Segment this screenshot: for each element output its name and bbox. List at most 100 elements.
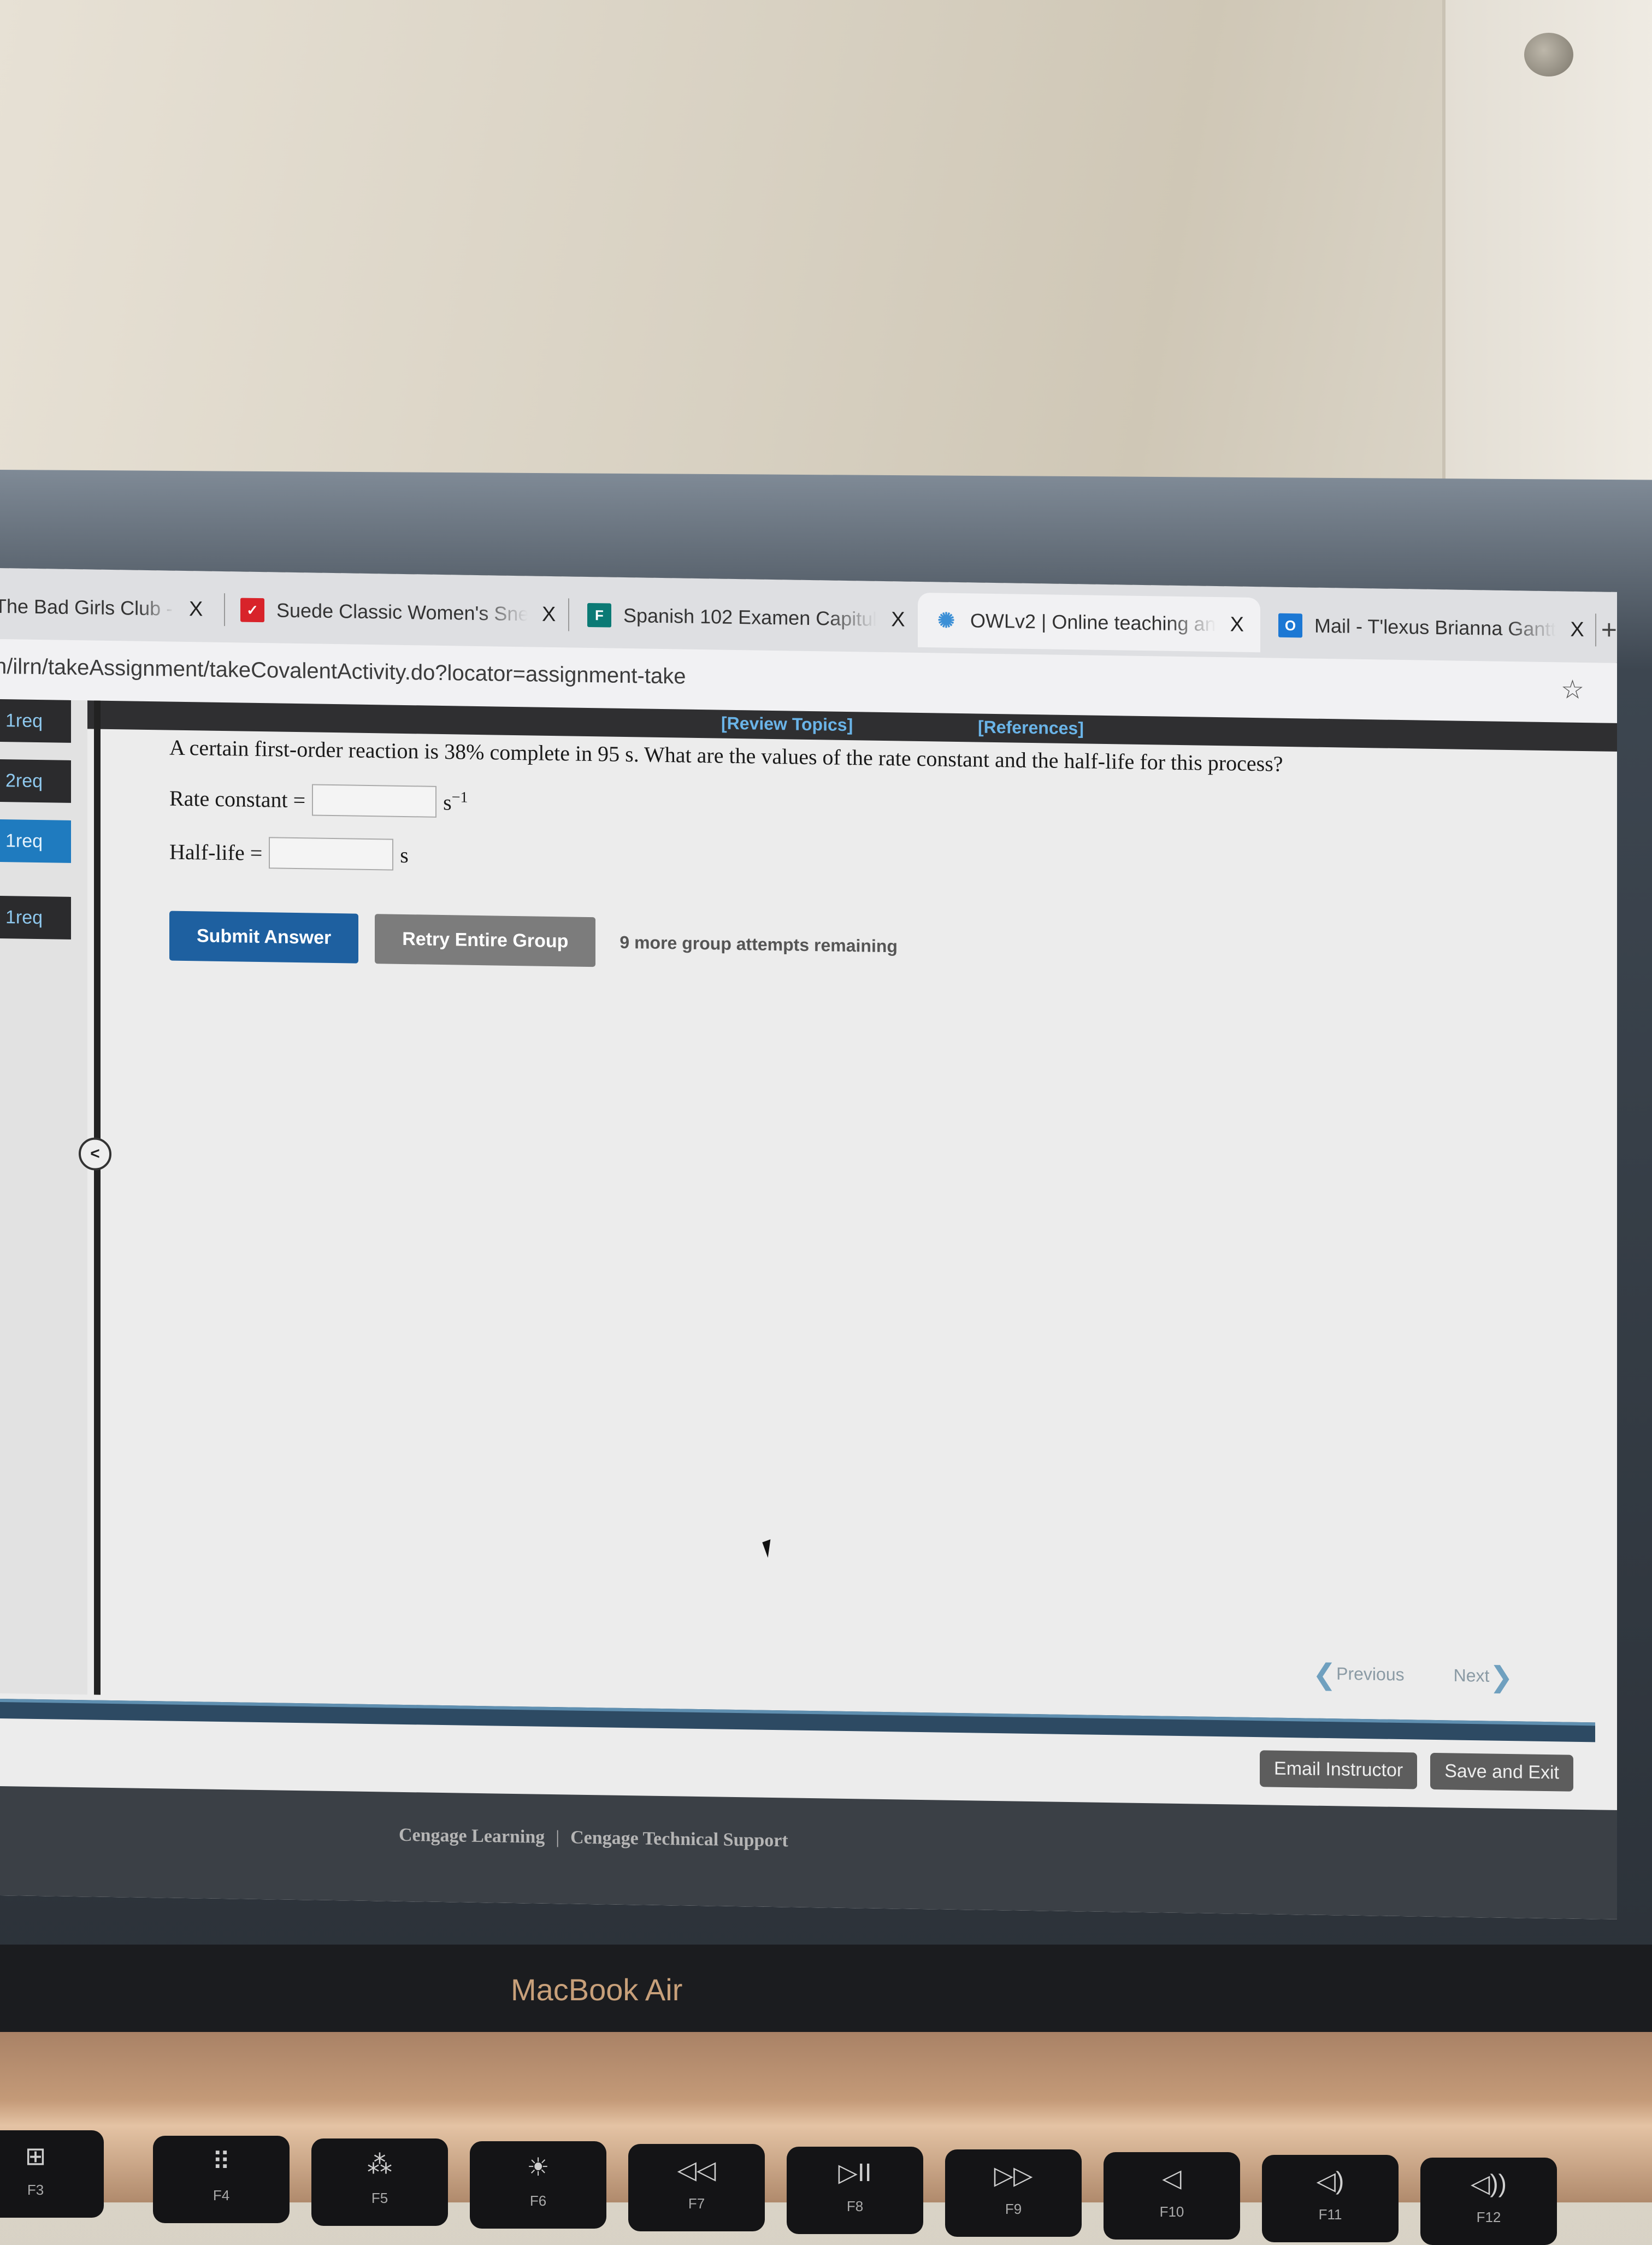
browser-tab[interactable]: ✓ Suede Classic Women's Sne X <box>240 588 556 637</box>
tab-title: OWLv2 | Online teaching an <box>970 609 1216 636</box>
rate-constant-input[interactable] <box>312 784 437 818</box>
key-f3[interactable]: ⊞ F3 <box>0 2130 104 2218</box>
rate-constant-unit: s−1 <box>443 789 468 816</box>
unit-base: s <box>443 790 452 815</box>
tab-title: Mail - T'lexus Brianna Gantt <box>1314 614 1556 641</box>
key-f9[interactable]: ▷▷ F9 <box>945 2149 1082 2237</box>
fast-forward-icon: ▷▷ <box>994 2161 1033 2189</box>
footer-buttons: Email Instructor Save and Exit <box>1260 1750 1573 1792</box>
attempts-remaining-text: 9 more group attempts remaining <box>620 932 898 956</box>
new-tab-button[interactable]: + <box>1601 613 1617 645</box>
play-pause-icon: ▷II <box>838 2158 872 2187</box>
key-label: F11 <box>1318 2206 1342 2223</box>
bookmark-star-icon[interactable]: ☆ <box>1561 674 1584 705</box>
previous-button[interactable]: ❮Previous <box>1313 1658 1405 1692</box>
puma-logo-icon: ✓ <box>240 598 264 623</box>
save-and-exit-button[interactable]: Save and Exit <box>1430 1752 1573 1792</box>
key-f8[interactable]: ▷II F8 <box>787 2147 923 2234</box>
close-tab-icon[interactable]: X <box>1230 613 1244 636</box>
laptop-chin <box>0 1945 1652 2037</box>
key-f10[interactable]: ◁ F10 <box>1104 2152 1240 2240</box>
browser-tab-active[interactable]: ✺ OWLv2 | Online teaching an X <box>918 592 1260 653</box>
email-instructor-button[interactable]: Email Instructor <box>1260 1750 1418 1789</box>
key-label: F7 <box>688 2195 705 2212</box>
key-label: F6 <box>529 2193 547 2209</box>
half-life-row: Half-life = s <box>169 836 1283 884</box>
rate-constant-row: Rate constant = s−1 <box>169 782 1283 830</box>
next-button[interactable]: Next❯ <box>1454 1660 1513 1694</box>
room-wall <box>0 0 1652 492</box>
keyboard-deck: ⊞ F3 ⠿ F4 ⁂ F5 ☀ F6 ◁◁ F7 ▷II F8 ▷▷ F9 ◁ F10 ◁) F… <box>0 2032 1652 2245</box>
keyboard-brightness-down-icon: ⁂ <box>367 2150 392 2178</box>
tab-title: Spanish 102 Examen Capitul <box>623 604 877 630</box>
macbook-brand-label: MacBook Air <box>511 1972 683 2007</box>
sidebar-item-question-1[interactable]: 1req <box>0 699 71 743</box>
sidebar-divider[interactable] <box>94 700 101 1695</box>
tab-title: The Bad Girls Club - S <box>0 594 175 620</box>
browser-tab[interactable]: F Spanish 102 Examen Capitul X <box>587 593 905 642</box>
browser-tab[interactable]: O Mail - T'lexus Brianna Gantt X <box>1278 604 1584 652</box>
chevron-right-icon: ❯ <box>1489 1661 1513 1694</box>
sidebar-item-question-3[interactable]: 1req <box>0 819 71 863</box>
key-f4[interactable]: ⠿ F4 <box>153 2136 290 2223</box>
close-tab-icon[interactable]: X <box>542 602 556 626</box>
mission-control-icon: ⊞ <box>25 2142 46 2170</box>
laptop-screen: The Bad Girls Club - S X ✓ Suede Classic… <box>0 568 1617 1919</box>
cengage-learning-link[interactable]: Cengage Learning <box>399 1825 545 1847</box>
unit-exponent: −1 <box>451 789 468 806</box>
key-label: F9 <box>1005 2201 1022 2217</box>
footer-links: Cengage Learning | Cengage Technical Suppo… <box>399 1825 788 1852</box>
door-knob <box>1524 33 1573 76</box>
rate-constant-label: Rate constant = <box>169 785 306 812</box>
key-f11[interactable]: ◁) F11 <box>1262 2155 1399 2242</box>
microsoft-forms-icon: F <box>587 602 611 628</box>
half-life-unit: s <box>400 842 409 867</box>
collapse-sidebar-icon[interactable]: < <box>79 1137 111 1171</box>
tab-separator <box>224 593 225 627</box>
key-label: F4 <box>213 2187 230 2203</box>
answer-actions: Submit Answer Retry Entire Group 9 more … <box>169 911 1283 977</box>
half-life-input[interactable] <box>269 837 394 871</box>
key-label: F8 <box>846 2198 864 2214</box>
outlook-icon: O <box>1278 613 1302 638</box>
half-life-label: Half-life = <box>169 839 263 865</box>
references-link[interactable]: [References] <box>978 717 1084 739</box>
key-f12[interactable]: ◁)) F12 <box>1420 2158 1557 2245</box>
volume-up-icon: ◁)) <box>1470 2169 1507 2197</box>
close-tab-icon[interactable]: X <box>1570 618 1584 641</box>
next-label: Next <box>1453 1665 1490 1686</box>
mute-icon: ◁ <box>1162 2164 1182 2192</box>
content-bottom-bar <box>0 1699 1595 1742</box>
rewind-icon: ◁◁ <box>677 2155 716 2184</box>
tab-separator <box>568 598 569 631</box>
keyboard-brightness-up-icon: ☀ <box>527 2153 550 2181</box>
review-topics-link[interactable]: [Review Topics] <box>721 713 853 736</box>
launchpad-icon: ⠿ <box>212 2147 231 2176</box>
key-label: F3 <box>27 2182 44 2198</box>
tab-title: Suede Classic Women's Sne <box>276 599 528 625</box>
question-pager: ❮Previous Next❯ <box>1313 1658 1513 1694</box>
key-label: F12 <box>1476 2209 1501 2225</box>
owl-loading-icon: ✺ <box>937 608 955 633</box>
volume-down-icon: ◁) <box>1316 2166 1344 2195</box>
owl-assignment-page: [Review Topics] [References] 1req 2req 1… <box>0 699 1617 1919</box>
close-tab-icon[interactable]: X <box>189 598 203 621</box>
close-tab-icon[interactable]: X <box>891 608 905 631</box>
key-f7[interactable]: ◁◁ F7 <box>628 2144 765 2231</box>
key-label: F5 <box>371 2190 388 2206</box>
previous-label: Previous <box>1336 1663 1405 1685</box>
question-sidebar: 1req 2req 1req 1req <box>0 699 87 1695</box>
url-text[interactable]: n/ilrn/takeAssignment/takeCovalentActivi… <box>0 654 686 689</box>
question-area: A certain first-order reaction is 38% co… <box>169 735 1283 977</box>
key-f6[interactable]: ☀ F6 <box>470 2141 606 2229</box>
submit-answer-button[interactable]: Submit Answer <box>169 911 359 964</box>
cengage-support-link[interactable]: Cengage Technical Support <box>570 1827 788 1851</box>
retry-entire-group-button[interactable]: Retry Entire Group <box>375 914 596 967</box>
chevron-left-icon: ❮ <box>1312 1658 1337 1691</box>
key-f5[interactable]: ⁂ F5 <box>311 2138 448 2226</box>
browser-tab[interactable]: The Bad Girls Club - S X <box>0 584 203 631</box>
sidebar-item-question-4[interactable]: 1req <box>0 896 71 940</box>
sidebar-item-question-2[interactable]: 2req <box>0 759 71 803</box>
tab-separator <box>1595 613 1596 647</box>
key-label: F10 <box>1159 2203 1184 2220</box>
